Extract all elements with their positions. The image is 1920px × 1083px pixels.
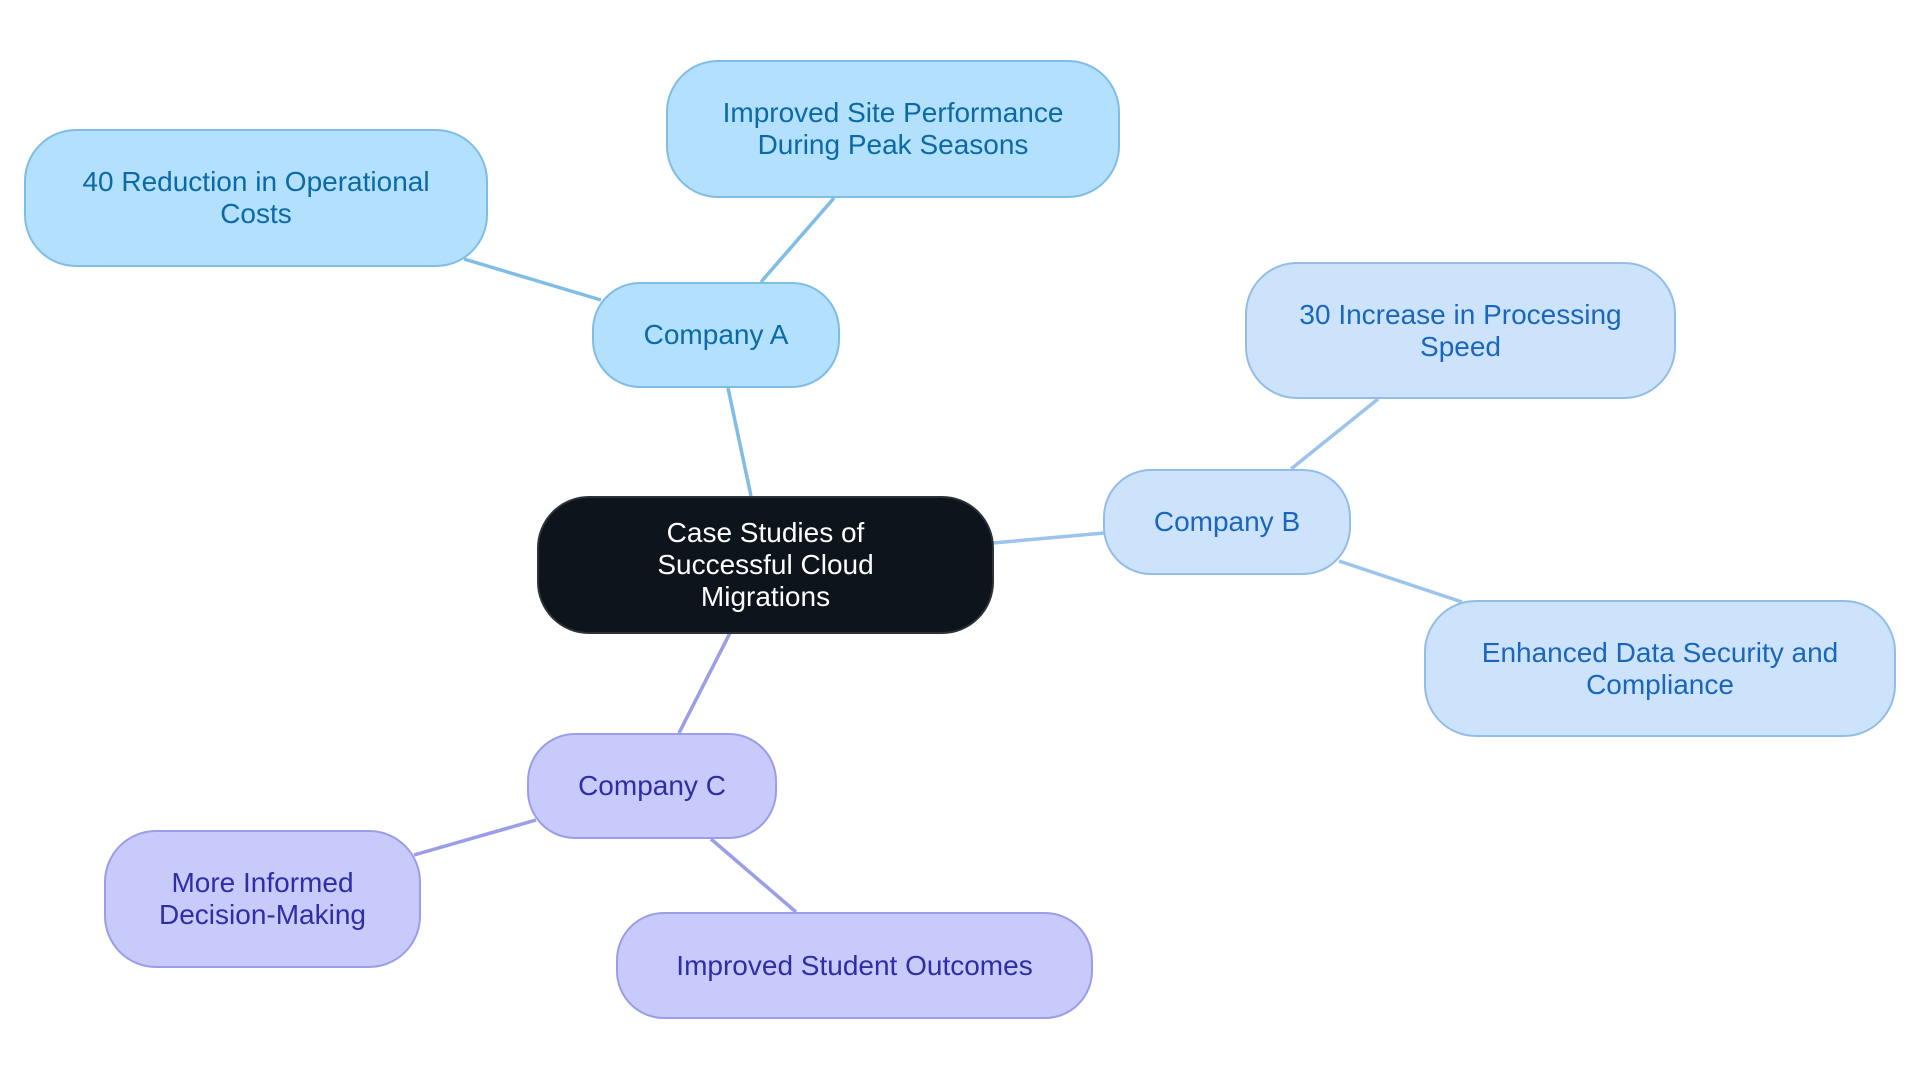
node-operational-costs[interactable]: 40 Reduction in Operational Costs (24, 129, 488, 267)
root-node-label: Case Studies of Successful Cloud Migrati… (657, 517, 874, 612)
node-site-performance[interactable]: Improved Site Performance During Peak Se… (666, 60, 1120, 198)
node-data-security[interactable]: Enhanced Data Security and Compliance (1424, 600, 1896, 737)
edge-root-company-a (726, 387, 753, 497)
node-student-outcomes-label: Improved Student Outcomes (676, 949, 1033, 981)
edge-company-b-processing-speed (1289, 397, 1380, 471)
edge-company-c-decision-making (413, 818, 537, 857)
node-company-a[interactable]: Company A (592, 282, 840, 388)
node-processing-speed[interactable]: 30 Increase in Processing Speed (1245, 262, 1676, 399)
edge-root-company-b (992, 531, 1105, 545)
node-decision-making-label: More Informed Decision-Making (159, 867, 366, 930)
root-node[interactable]: Case Studies of Successful Cloud Migrati… (537, 496, 994, 634)
node-decision-making[interactable]: More Informed Decision-Making (104, 830, 421, 968)
edge-root-company-c (677, 632, 732, 734)
node-processing-speed-label: 30 Increase in Processing Speed (1299, 298, 1622, 362)
node-company-a-label: Company A (643, 319, 789, 350)
node-operational-costs-label: 40 Reduction in Operational Costs (82, 166, 430, 229)
edge-company-c-student-outcomes (709, 837, 798, 914)
edge-company-b-data-security (1338, 559, 1463, 604)
node-data-security-label: Enhanced Data Security and Compliance (1481, 636, 1839, 700)
node-site-performance-label: Improved Site Performance During Peak Se… (722, 97, 1064, 160)
edge-company-a-site-performance (759, 196, 836, 284)
edge-company-a-operational-costs (463, 257, 602, 302)
node-company-b[interactable]: Company B (1103, 469, 1351, 575)
node-student-outcomes[interactable]: Improved Student Outcomes (616, 912, 1093, 1019)
node-company-c[interactable]: Company C (527, 733, 777, 839)
node-company-b-label: Company B (1153, 506, 1301, 537)
node-company-c-label: Company C (578, 770, 726, 801)
